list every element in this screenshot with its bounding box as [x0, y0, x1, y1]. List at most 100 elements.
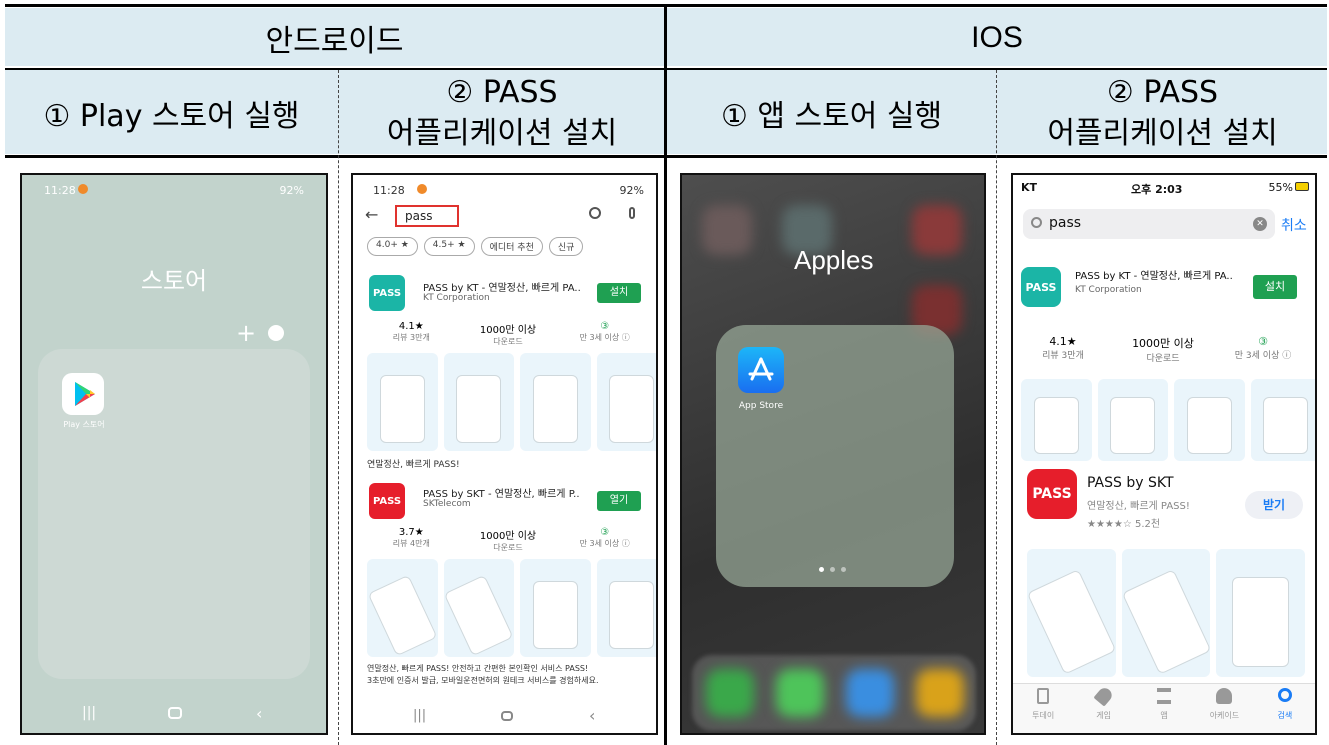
app1-age: ③	[600, 321, 610, 332]
play-store-icon[interactable]	[62, 373, 104, 415]
app1-age: ③	[1258, 335, 1268, 348]
pass-skt-icon[interactable]: PASS	[369, 483, 405, 519]
screenshot-thumb[interactable]	[520, 353, 591, 451]
app1-install-button[interactable]: 설치	[1253, 275, 1297, 299]
screenshot-thumb[interactable]	[443, 353, 514, 451]
phone-icon[interactable]	[706, 669, 754, 717]
app1-downloads: 1000만 이상	[1132, 337, 1194, 350]
screenshot-thumb[interactable]	[443, 559, 514, 657]
tab-search-label: 검색	[1277, 711, 1293, 720]
pass-kt-icon[interactable]: PASS	[1021, 267, 1061, 307]
play-store-screenshot: 11:28 92% ← pass 4.0+ ★ 4.5+ ★ 에디터 추천 신규…	[351, 173, 658, 735]
status-time: 11:28	[373, 184, 405, 197]
status-carrier: KT	[1021, 181, 1038, 194]
pass-skt-icon[interactable]: PASS	[1027, 469, 1077, 519]
folder-panel: Play 스토어	[38, 349, 310, 679]
search-icon[interactable]	[589, 207, 601, 219]
screenshot-thumb[interactable]	[367, 559, 438, 657]
ios-step2: ② PASS 어플리케이션 설치	[998, 72, 1327, 154]
tab-search[interactable]: 검색	[1255, 684, 1315, 733]
nav-back-icon[interactable]: ‹	[256, 704, 262, 723]
app2-get-button[interactable]: 받기	[1245, 491, 1303, 519]
tab-apps-label: 앱	[1160, 711, 1168, 720]
app2-stars: ★★★★☆ 5.2천	[1087, 519, 1161, 530]
app1-screenshots	[367, 353, 656, 451]
status-time: 11:28	[44, 184, 76, 197]
android-step2-line1: ② PASS	[446, 75, 558, 110]
app1-title[interactable]: PASS by KT - 연말정산, 빠르게 PA..	[1075, 267, 1233, 282]
chip-editor[interactable]: 에디터 추천	[480, 237, 543, 256]
cancel-button[interactable]: 취소	[1281, 215, 1307, 235]
app1-screenshots	[1021, 379, 1315, 461]
chip-rating-45[interactable]: 4.5+ ★	[423, 237, 475, 256]
screenshot-thumb[interactable]	[596, 559, 656, 657]
app1-rating: 4.1★	[398, 321, 424, 332]
app1-rating: 4.1★	[1049, 335, 1077, 348]
screenshot-thumb[interactable]	[1027, 549, 1116, 677]
tab-arcade[interactable]: 아케이드	[1194, 684, 1254, 733]
app2-rating-sub: 리뷰 4만개	[392, 539, 430, 548]
tab-today[interactable]: 투데이	[1013, 684, 1073, 733]
app-store-label: App Store	[738, 401, 784, 411]
android-step2-line2: 어플리케이션 설치	[386, 116, 618, 151]
screenshot-thumb[interactable]	[1121, 549, 1211, 677]
screenshot-thumb[interactable]	[1216, 549, 1306, 677]
tab-bar: 투데이 게임 앱 아케이드 검색	[1013, 683, 1315, 733]
android-header: 안드로이드	[265, 24, 404, 59]
app2-title[interactable]: PASS by SKT	[1087, 475, 1174, 491]
app2-publisher: SKTelecom	[423, 499, 471, 509]
app1-publisher: KT Corporation	[1075, 285, 1142, 295]
back-arrow-icon[interactable]: ←	[365, 205, 378, 224]
tab-apps[interactable]: 앱	[1134, 684, 1194, 733]
chip-new[interactable]: 신규	[548, 237, 584, 256]
app2-age-sub: 만 3세 이상 ⓘ	[579, 539, 630, 548]
app2-rating: 3.7★	[398, 527, 424, 538]
chip-rating-4[interactable]: 4.0+ ★	[367, 237, 418, 256]
mic-icon[interactable]	[629, 207, 635, 219]
app1-stats: 4.1★ 리뷰 3만개 1000만 이상 다운로드 ③만 3세 이상 ⓘ	[1013, 335, 1313, 364]
safari-icon[interactable]	[846, 669, 894, 717]
search-input[interactable]: pass	[395, 205, 459, 227]
screenshot-thumb[interactable]	[1250, 379, 1315, 461]
screenshot-thumb[interactable]	[596, 353, 656, 451]
app1-publisher: KT Corporation	[423, 293, 490, 303]
nav-home-icon[interactable]	[168, 707, 182, 719]
nav-back-icon[interactable]: ‹	[589, 706, 595, 725]
tab-games[interactable]: 게임	[1073, 684, 1133, 733]
rocket-icon	[1093, 685, 1115, 707]
app2-stats: 3.7★ 리뷰 4만개 1000만 이상 다운로드 ③만 3세 이상 ⓘ	[363, 527, 653, 553]
screenshot-thumb[interactable]	[1021, 379, 1092, 461]
app1-caption: 연말정산, 빠르게 PASS!	[367, 460, 460, 470]
app2-open-button[interactable]: 열기	[597, 491, 641, 511]
nav-home-icon[interactable]	[501, 711, 513, 721]
app1-install-button[interactable]: 설치	[597, 283, 641, 303]
screenshot-thumb[interactable]	[520, 559, 591, 657]
screenshot-thumb[interactable]	[1097, 379, 1168, 461]
ios-header: IOS	[971, 21, 1023, 54]
app-store-icon[interactable]	[738, 347, 784, 393]
blurred-app	[912, 205, 962, 255]
search-input[interactable]: pass	[1049, 215, 1081, 231]
ios-step1: ① 앱 스토어 실행	[720, 99, 943, 134]
messages-icon[interactable]	[776, 669, 824, 717]
app1-downloads-sub: 다운로드	[493, 337, 523, 346]
app2-title[interactable]: PASS by SKT - 연말정산, 빠르게 P..	[423, 485, 580, 500]
clear-search-icon[interactable]: ✕	[1253, 217, 1267, 231]
add-app-plus[interactable]: +	[236, 319, 256, 347]
pass-kt-icon[interactable]: PASS	[369, 275, 405, 311]
app2-screenshots	[367, 559, 656, 657]
photos-icon[interactable]	[916, 669, 964, 717]
app1-downloads: 1000만 이상	[479, 325, 537, 336]
app2-downloads-sub: 다운로드	[493, 543, 523, 552]
app1-title[interactable]: PASS by KT - 연말정산, 빠르게 PA..	[423, 279, 581, 294]
nav-recent-icon[interactable]: |||	[82, 705, 96, 721]
folder-color-dot[interactable]	[268, 325, 284, 341]
app1-age-sub: 만 3세 이상 ⓘ	[579, 333, 630, 342]
search-bar[interactable]: pass ✕	[1023, 209, 1275, 239]
nav-recent-icon[interactable]: |||	[413, 708, 426, 723]
folder-title: Apples	[794, 245, 874, 275]
screenshot-thumb[interactable]	[367, 353, 438, 451]
app1-stats: 4.1★ 리뷰 3만개 1000만 이상 다운로드 ③만 3세 이상 ⓘ	[363, 321, 653, 347]
screenshot-thumb[interactable]	[1174, 379, 1245, 461]
search-tab-icon	[1277, 688, 1292, 702]
